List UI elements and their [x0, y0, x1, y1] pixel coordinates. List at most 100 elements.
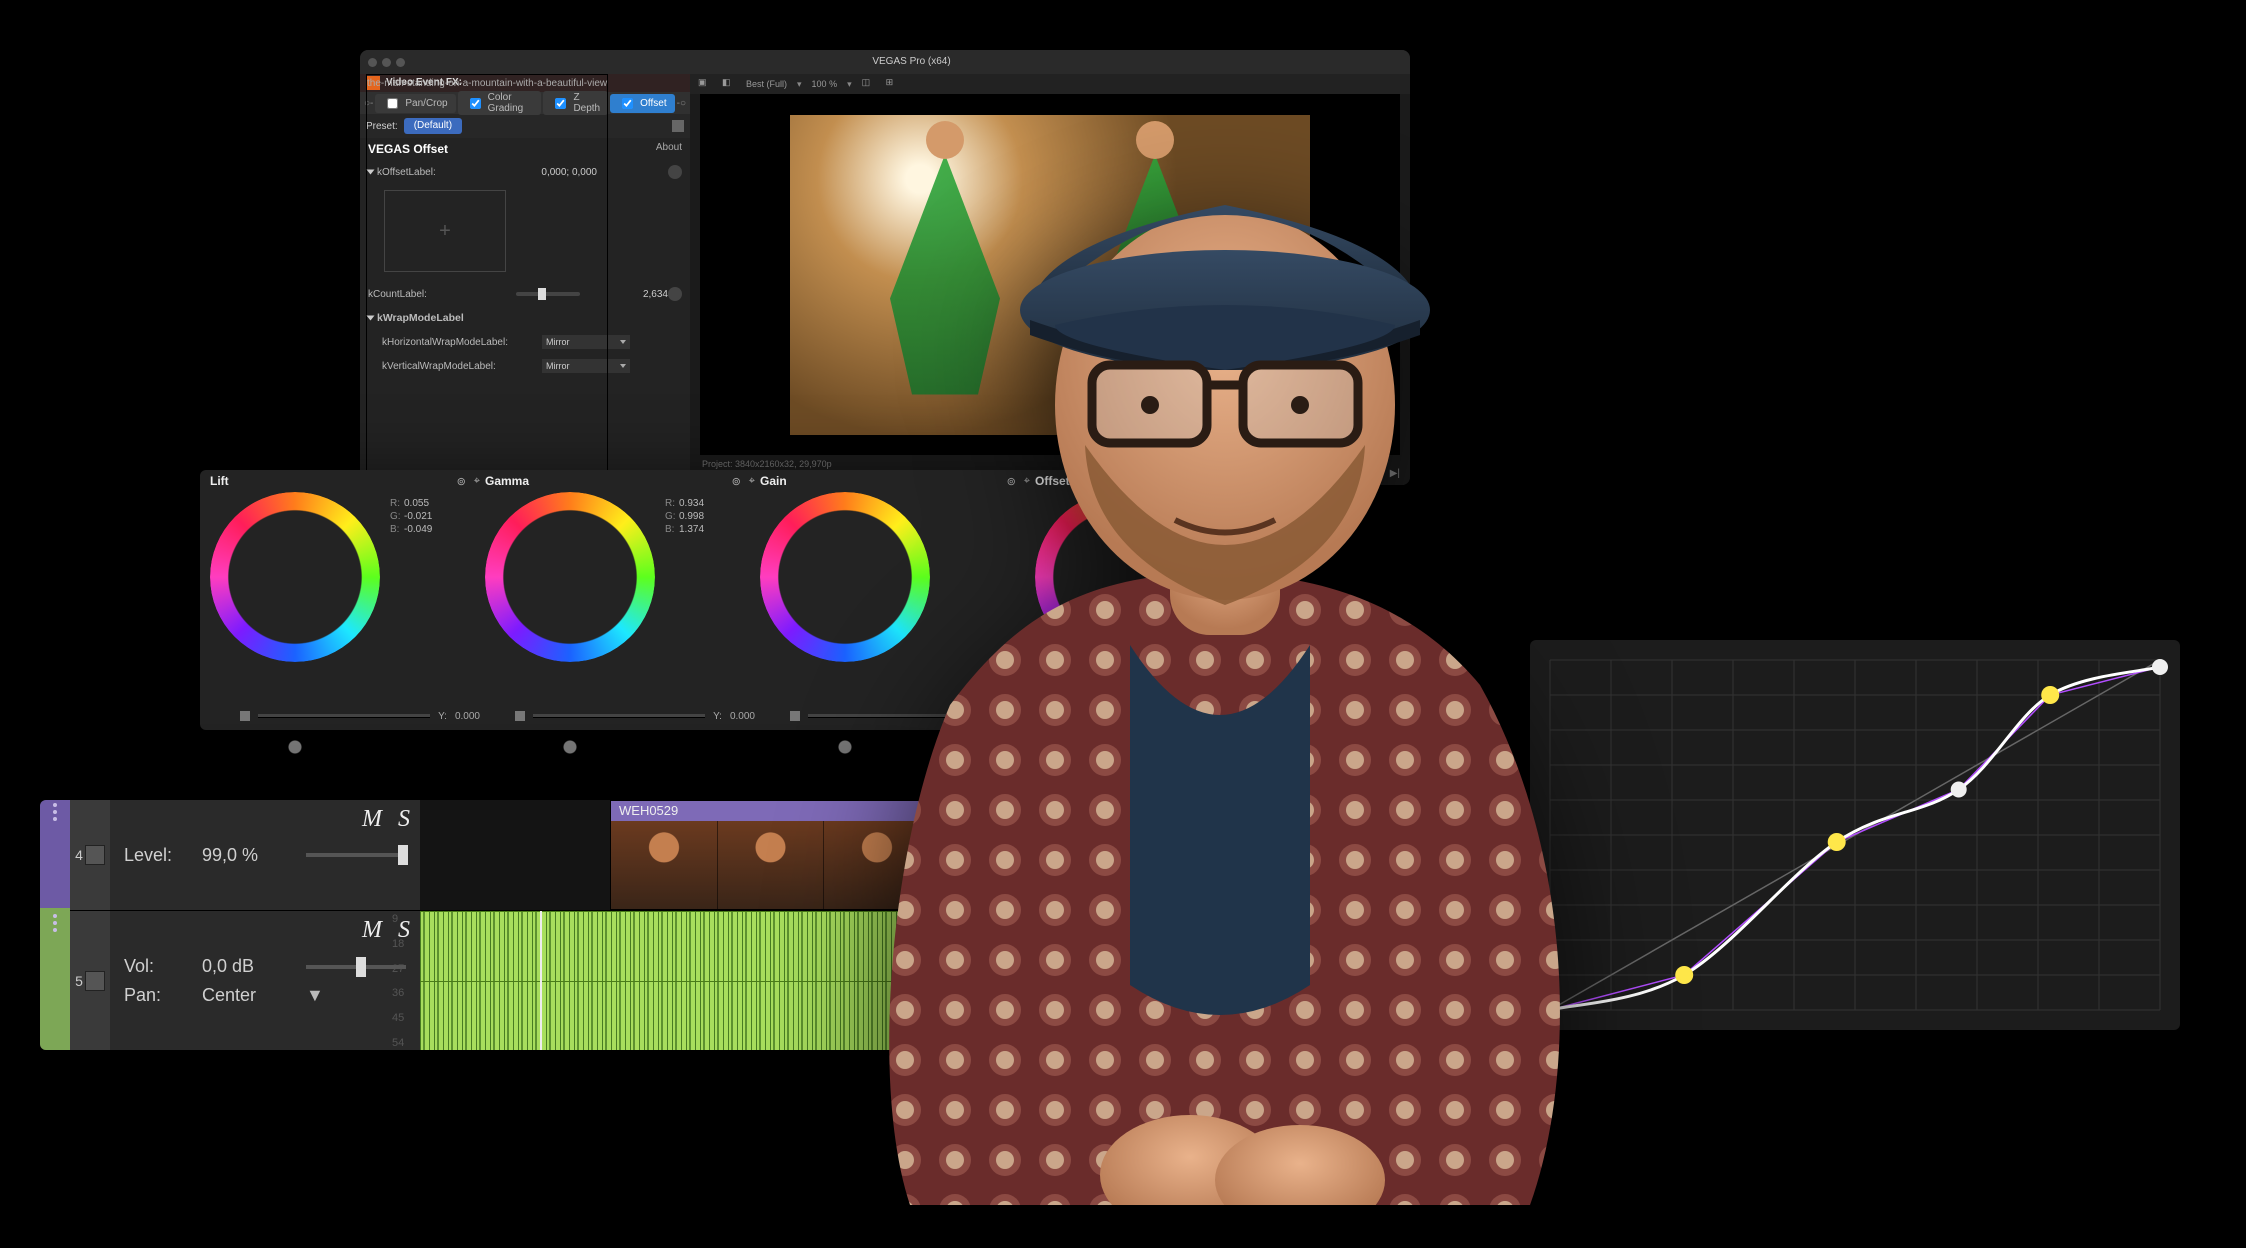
preview-split-icon[interactable]: ◫	[862, 77, 876, 91]
transport-play-icon[interactable]: ▶	[1376, 468, 1384, 479]
audio-track-number[interactable]: 5	[70, 911, 110, 1050]
curve-node[interactable]	[1828, 833, 1846, 851]
curve-node[interactable]	[1675, 966, 1693, 984]
preview-zoom[interactable]: 100 %	[812, 79, 838, 89]
audio-clip[interactable]	[420, 911, 930, 1050]
about-link[interactable]: About	[656, 142, 682, 156]
video-track-header[interactable]: 4 Level: 99,0 % M S	[40, 800, 420, 910]
wheel-offset-puck[interactable]	[1035, 662, 1205, 832]
wheel-gamma-r[interactable]: 0.934	[679, 498, 704, 509]
preview-quality-icon[interactable]: ◧	[722, 77, 736, 91]
video-solo-button[interactable]: S	[398, 806, 410, 833]
window-controls[interactable]	[368, 58, 405, 67]
wheel-lift-ring[interactable]	[210, 492, 380, 662]
curve-node[interactable]	[2152, 659, 2168, 675]
wheel-lift-g[interactable]: -0.021	[404, 511, 432, 522]
curve-node[interactable]	[2041, 686, 2059, 704]
audio-vol-slider[interactable]	[306, 965, 406, 969]
video-track: 4 Level: 99,0 % M S WEH0529	[40, 800, 930, 911]
audio-track-drag-handle[interactable]	[40, 908, 70, 1050]
wheel-gain-ring[interactable]	[760, 492, 930, 662]
transport-next-icon[interactable]: ▶|	[1390, 468, 1400, 479]
title-bar[interactable]: VEGAS Pro (x64)	[360, 50, 1410, 74]
window-close-icon[interactable]	[368, 58, 377, 67]
video-clip-name: WEH0529	[611, 801, 930, 821]
fx-preview-window: VEGAS Pro (x64) Mute fx ◼ M S Master Bu……	[360, 50, 1410, 485]
fx-chain-output-icon: -○	[677, 98, 686, 109]
transport-prev-icon[interactable]: |◀	[1360, 468, 1370, 479]
param-wrap-caret-icon[interactable]	[367, 316, 375, 321]
curve-node[interactable]	[1951, 782, 1967, 798]
fx-tab-offset-toggle[interactable]	[622, 98, 633, 109]
wheel-gain-y-slider[interactable]	[808, 714, 980, 718]
wheel-lift-rgb: R:0.055 G:-0.021 B:-0.049	[390, 498, 432, 662]
video-clip[interactable]: WEH0529	[610, 800, 930, 910]
audio-vol-thumb[interactable]	[356, 957, 366, 977]
wheel-lift-r[interactable]: 0.055	[404, 498, 429, 509]
wheel-gamma-reset-icon[interactable]: ⊚	[732, 475, 741, 488]
video-clip-thumbnails	[611, 821, 930, 909]
audio-db-scale: 9 18 27 36 45 54	[392, 911, 418, 1050]
audio-track-header[interactable]: 5 Vol: 0,0 dB Pan: Center ▼ M	[40, 911, 420, 1050]
video-track-drag-handle[interactable]	[40, 800, 70, 913]
wheel-lift-title: Lift	[210, 474, 229, 488]
wheel-lift-b[interactable]: -0.049	[404, 524, 432, 535]
wheel-offset-r[interactable]: 1.065	[1229, 498, 1254, 509]
video-level-label: Level:	[124, 845, 184, 866]
window-max-icon[interactable]	[396, 58, 405, 67]
wheel-lift-reset-icon[interactable]: ⊚	[457, 475, 466, 488]
param-count-reset-icon[interactable]	[668, 287, 682, 301]
curve-node[interactable]	[1542, 1002, 1558, 1018]
wheel-gain-reset-icon[interactable]: ⊚	[1007, 475, 1016, 488]
video-level-value[interactable]: 99,0 %	[202, 845, 288, 866]
wheel-offset-ring[interactable]	[1035, 492, 1205, 662]
param-count-slider-thumb[interactable]	[538, 288, 546, 300]
fx-tab-offset[interactable]: Offset	[610, 94, 675, 113]
filmstrip-icon	[85, 845, 105, 865]
wheel-offset-reset-icon[interactable]: ⊚	[1282, 475, 1291, 488]
preview-quality[interactable]: Best (Full)	[746, 79, 787, 89]
param-offset-caret-icon[interactable]	[367, 170, 375, 175]
fx-parameters-pane: Video Event FX: the-man-standing-on-a-mo…	[360, 74, 691, 485]
audio-vol-value[interactable]: 0,0 dB	[202, 956, 288, 977]
db-54: 54	[392, 1037, 418, 1049]
wheel-gamma-y-slider[interactable]	[533, 714, 705, 718]
preview-viewport[interactable]	[700, 94, 1400, 455]
video-level-thumb[interactable]	[398, 845, 408, 865]
video-track-lane[interactable]: WEH0529	[420, 800, 930, 910]
audio-mute-button[interactable]: M	[362, 917, 382, 944]
audio-pan-menu-caret[interactable]: ▼	[306, 985, 324, 1006]
wheel-gamma-b[interactable]: 1.374	[679, 524, 704, 535]
wheel-offset-picker-icon[interactable]: ⌖	[1299, 475, 1305, 488]
video-track-number[interactable]: 4	[70, 800, 110, 910]
preview-image	[790, 115, 1310, 435]
video-level-slider[interactable]	[306, 853, 406, 857]
curves-graph[interactable]	[1530, 640, 2180, 1030]
playhead[interactable]	[540, 911, 542, 1050]
param-offset-reset-icon[interactable]	[668, 165, 682, 179]
param-count-slider[interactable]	[516, 292, 580, 296]
app-title: VEGAS Pro (x64)	[872, 50, 950, 74]
wheel-gain-y-reset[interactable]	[790, 711, 800, 721]
color-wheels-panel: Lift ⊚⌖ R:0.055 G:-0.021 B:-0.049 Y:0.00…	[200, 470, 1300, 730]
audio-pan-value[interactable]: Center	[202, 985, 288, 1006]
preview-overlay-icon[interactable]: ⊞	[886, 77, 900, 91]
preview-extmon-icon[interactable]: ▣	[698, 77, 712, 91]
waveform-right	[420, 981, 930, 1050]
wheel-gamma-y-reset[interactable]	[515, 711, 525, 721]
preview-pane: ▣ ◧ Best (Full) ▾ 100 % ▾ ◫ ⊞ Project: 3…	[690, 74, 1410, 485]
wheel-offset-g[interactable]: 0.993	[1229, 511, 1254, 522]
save-preset-icon[interactable]	[672, 120, 684, 132]
wheel-offset-b[interactable]: 0.920	[1229, 524, 1254, 535]
video-mute-button[interactable]: M	[362, 806, 382, 833]
wheel-lift-y-slider[interactable]	[258, 714, 430, 718]
audio-track-lane[interactable]	[420, 911, 930, 1050]
curves-panel[interactable]	[1530, 640, 2180, 1030]
wheel-gamma: Gamma ⊚⌖ R:0.934 G:0.998 B:1.374 Y:0.000	[475, 470, 765, 730]
wheel-gamma-g[interactable]: 0.998	[679, 511, 704, 522]
wheel-gamma-ring[interactable]	[485, 492, 655, 662]
preview-project-fmt: Project: 3840x2160x32, 29,970p	[702, 459, 836, 470]
wheel-lift-y-reset[interactable]	[240, 711, 250, 721]
wheel-gain: Gain ⊚⌖ R:G:B: Y:1.000	[750, 470, 1040, 730]
window-min-icon[interactable]	[382, 58, 391, 67]
